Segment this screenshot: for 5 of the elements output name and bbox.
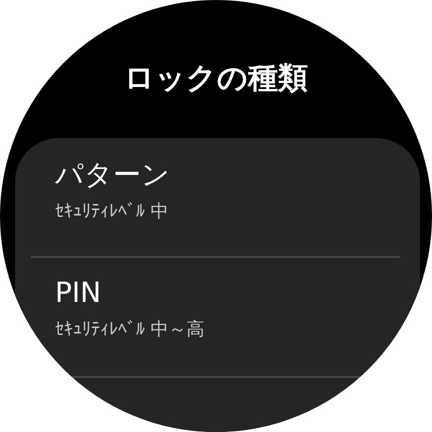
option-detail: ｾｷｭﾘﾃｨﾚﾍﾞﾙ 中 [55,200,169,224]
option-detail: ｾｷｭﾘﾃｨﾚﾍﾞﾙ 中～高 [55,318,205,342]
option-label[interactable]: パターン [55,158,170,192]
screen-title: ロックの種類 [123,60,309,98]
option-label[interactable]: PIN [55,276,102,310]
